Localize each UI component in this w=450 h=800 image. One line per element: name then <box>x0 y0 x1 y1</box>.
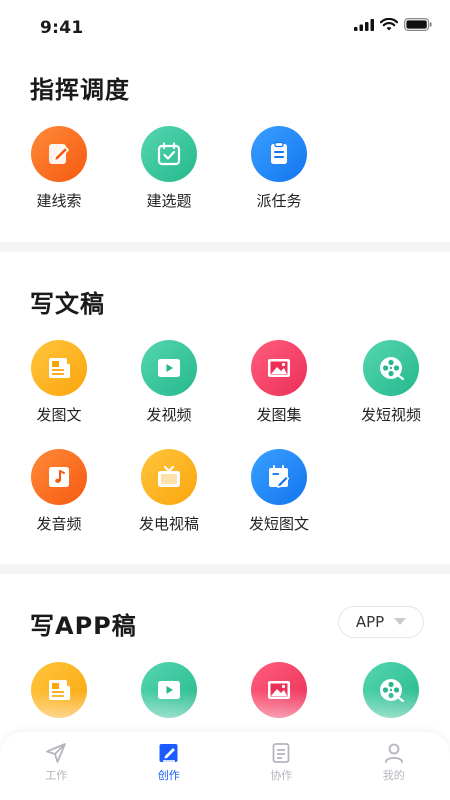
tab-work[interactable]: 工作 <box>0 732 113 800</box>
battery-icon <box>404 18 432 31</box>
bottom-tab-bar: 工作 创作 协作 我的 <box>0 732 450 800</box>
post-image-text-tile[interactable]: 发图文 <box>4 340 114 425</box>
music-note-icon <box>49 467 69 487</box>
status-bar: 9:41 <box>0 0 450 58</box>
create-topic-icon-circle <box>141 126 197 182</box>
app-select-value: APP <box>355 613 385 631</box>
image-icon <box>268 359 290 377</box>
status-time: 9:41 <box>40 18 84 38</box>
post-short-video-tile[interactable]: 发短视频 <box>336 340 446 425</box>
tv-icon <box>158 466 180 487</box>
create-topic-tile[interactable]: 建选题 <box>114 126 224 211</box>
wifi-icon <box>380 18 398 31</box>
cellular-signal-icon <box>354 18 374 31</box>
tab-work-label: 工作 <box>45 769 68 782</box>
post-video-tile[interactable]: 发视频 <box>114 340 224 425</box>
post-gallery-tile[interactable]: 发图集 <box>224 340 334 425</box>
app-select-dropdown[interactable]: APP <box>338 606 424 638</box>
user-icon <box>384 743 403 763</box>
create-clue-tile[interactable]: 建线索 <box>4 126 114 211</box>
post-image-text-label: 发图文 <box>36 406 82 424</box>
post-tv-script-label: 发电视稿 <box>138 515 199 533</box>
post-video-label: 发视频 <box>146 406 192 424</box>
post-short-video-icon-circle <box>363 340 419 396</box>
write-section-title: 写文稿 <box>30 290 105 318</box>
status-icons <box>354 18 432 31</box>
short-image-text-icon <box>269 465 290 488</box>
create-clue-icon-circle <box>31 126 87 182</box>
image-text-icon <box>49 358 70 378</box>
film-reel-icon <box>380 357 405 381</box>
tab-create-label: 创作 <box>157 769 180 782</box>
post-audio-label: 发音频 <box>36 515 82 533</box>
send-icon <box>46 743 67 763</box>
command-section: 指挥调度 建线索 建选题 派任务 <box>0 58 450 242</box>
post-gallery-label: 发图集 <box>256 406 302 424</box>
post-audio-tile[interactable]: 发音频 <box>4 449 114 534</box>
app-section-title: 写APP稿 <box>30 612 137 640</box>
post-short-video-label: 发短视频 <box>360 406 421 424</box>
write-section: 写文稿 发图文 发视频 发图集 发短视频 发音频 发电视稿 发短图文 <box>0 252 450 564</box>
edit-square-icon <box>159 744 178 762</box>
post-audio-icon-circle <box>31 449 87 505</box>
tab-mine-label: 我的 <box>382 769 405 782</box>
tab-mine[interactable]: 我的 <box>338 732 450 800</box>
tab-create[interactable]: 创作 <box>113 732 226 800</box>
assign-task-tile[interactable]: 派任务 <box>224 126 334 211</box>
tab-collaborate[interactable]: 协作 <box>225 732 338 800</box>
calendar-check-icon <box>157 142 181 166</box>
pencil-square-icon <box>49 144 69 164</box>
post-tv-script-tile[interactable]: 发电视稿 <box>114 449 224 534</box>
create-clue-label: 建线索 <box>36 192 82 210</box>
task-list-icon <box>271 141 287 164</box>
command-section-title: 指挥调度 <box>30 76 130 104</box>
assign-task-icon-circle <box>251 126 307 182</box>
create-topic-label: 建选题 <box>146 192 192 210</box>
post-tv-script-icon-circle <box>141 449 197 505</box>
video-play-icon <box>158 359 180 377</box>
caret-down-icon <box>394 618 407 625</box>
post-short-image-text-label: 发短图文 <box>248 515 309 533</box>
post-video-icon-circle <box>141 340 197 396</box>
tab-collaborate-label: 协作 <box>270 769 293 782</box>
document-icon <box>272 743 290 763</box>
post-short-image-text-icon-circle <box>251 449 307 505</box>
post-gallery-icon-circle <box>251 340 307 396</box>
post-image-text-icon-circle <box>31 340 87 396</box>
assign-task-label: 派任务 <box>256 192 302 210</box>
post-short-image-text-tile[interactable]: 发短图文 <box>224 449 334 534</box>
